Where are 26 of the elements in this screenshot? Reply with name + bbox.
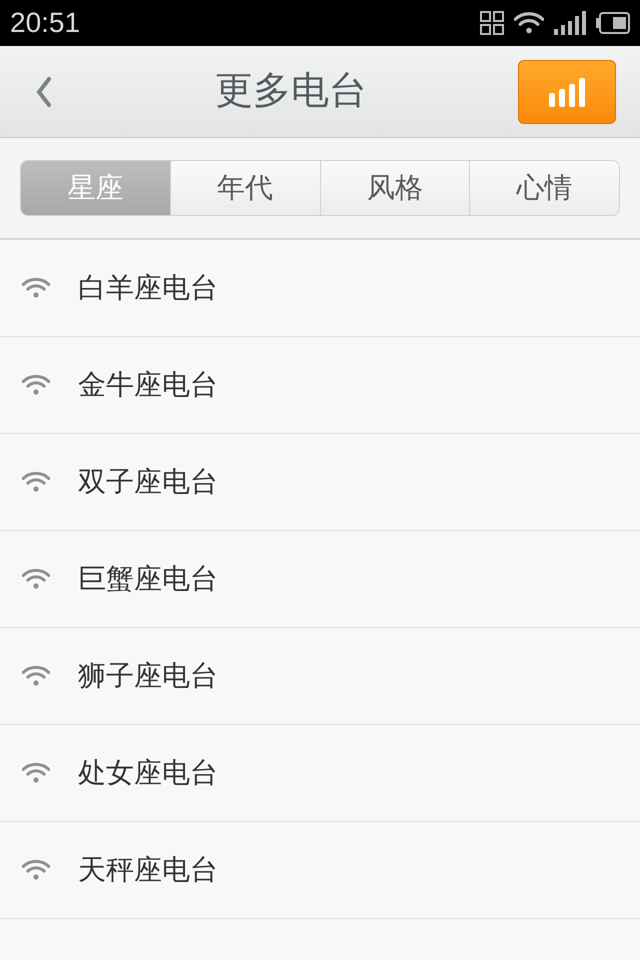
category-tab[interactable]: 年代	[170, 161, 320, 215]
wifi-icon	[22, 471, 50, 493]
station-name: 巨蟹座电台	[78, 562, 218, 596]
battery-icon	[596, 12, 630, 34]
station-name: 处女座电台	[78, 756, 218, 790]
wifi-icon	[22, 277, 50, 299]
wifi-icon	[22, 665, 50, 687]
station-name: 狮子座电台	[78, 659, 218, 693]
category-tab[interactable]: 风格	[320, 161, 470, 215]
status-time: 20:51	[10, 6, 80, 40]
category-tab[interactable]: 心情	[469, 161, 619, 215]
wifi-icon	[22, 859, 50, 881]
now-playing-button[interactable]	[518, 60, 616, 124]
signal-icon	[554, 11, 586, 35]
station-name: 金牛座电台	[78, 368, 218, 402]
station-name: 双子座电台	[78, 465, 218, 499]
back-icon	[34, 76, 54, 108]
wifi-icon	[22, 568, 50, 590]
wifi-icon	[22, 762, 50, 784]
station-name: 白羊座电台	[78, 271, 218, 305]
wifi-icon	[514, 11, 544, 35]
bars-icon	[548, 76, 586, 106]
grid-icon	[480, 11, 504, 35]
page-title: 更多电台	[215, 69, 367, 114]
station-name: 天秤座电台	[78, 853, 218, 887]
wifi-icon	[22, 374, 50, 396]
